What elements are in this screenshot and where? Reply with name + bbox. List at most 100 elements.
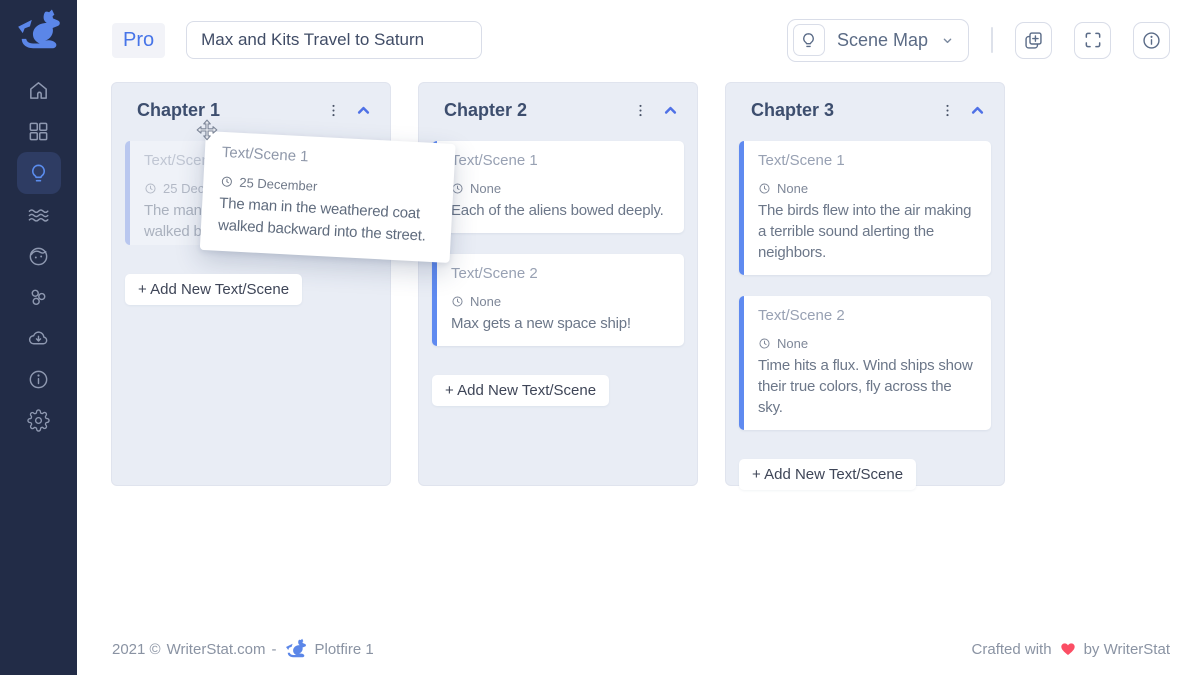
clock-icon: [220, 175, 234, 189]
column-title: Chapter 1: [137, 100, 319, 121]
column-collapse-button[interactable]: [348, 99, 375, 122]
home-icon: [27, 79, 50, 102]
dashboard-icon: [27, 120, 50, 143]
dragon-logo-icon: [16, 8, 62, 54]
scene-card-date-row: None: [451, 294, 672, 309]
waves-icon: [27, 204, 50, 227]
chevron-up-icon: [661, 101, 680, 120]
topbar-actions: Scene Map: [787, 19, 1170, 62]
info-circle-icon: [1141, 30, 1162, 51]
scene-card-date-row: None: [758, 336, 979, 351]
info-icon: [27, 368, 50, 391]
chevron-up-icon: [354, 101, 373, 120]
chapter-column: Chapter 2 Text/Scene 1 None Each of the …: [418, 82, 698, 486]
sidebar: [0, 0, 77, 675]
scene-card-date-row: None: [451, 181, 672, 196]
footer-crafted-by: by WriterStat: [1084, 641, 1170, 658]
story-title-input[interactable]: [186, 21, 482, 59]
scene-card-title: Text/Scene 1: [451, 152, 672, 169]
chapter-column: Chapter 3 Text/Scene 1 None The birds fl…: [725, 82, 1005, 486]
footer-year: 2021 ©: [112, 641, 161, 658]
fullscreen-icon: [1083, 30, 1103, 50]
scene-card[interactable]: Text/Scene 2 None Time hits a flux. Wind…: [739, 296, 991, 430]
column-collapse-button[interactable]: [962, 99, 989, 122]
scene-card-body: Time hits a flux. Wind ships show their …: [758, 355, 979, 418]
column-collapse-button[interactable]: [655, 99, 682, 122]
sidebar-item-export[interactable]: [17, 318, 61, 358]
add-scene-button[interactable]: + Add New Text/Scene: [739, 459, 916, 490]
scene-card-title: Text/Scene 2: [758, 307, 979, 324]
clock-icon: [144, 182, 157, 195]
column-menu-button[interactable]: [626, 100, 655, 121]
scene-card-title: Text/Scene 2: [451, 265, 672, 282]
chevron-up-icon: [968, 101, 987, 120]
scene-card[interactable]: Text/Scene 1 None The birds flew into th…: [739, 141, 991, 275]
lightbulb-icon: [793, 24, 825, 56]
view-selector[interactable]: Scene Map: [787, 19, 969, 62]
scene-card-body: The birds flew into the air making a ter…: [758, 200, 979, 263]
sidebar-item-settings[interactable]: [17, 400, 61, 440]
clock-icon: [758, 337, 771, 350]
footer-separator: -: [272, 641, 277, 658]
app-logo[interactable]: [0, 0, 77, 62]
scene-card-date: None: [470, 294, 501, 309]
lightbulb-icon: [27, 162, 50, 185]
heart-icon: [1060, 641, 1076, 657]
add-scene-button[interactable]: + Add New Text/Scene: [125, 274, 302, 305]
dragon-logo-icon: [285, 638, 307, 660]
footer-right: Crafted with by WriterStat: [972, 641, 1170, 658]
column-header: Chapter 2: [432, 96, 684, 124]
kebab-icon: [632, 102, 649, 119]
fullscreen-button[interactable]: [1074, 22, 1111, 59]
column-header: Chapter 1: [125, 96, 377, 124]
kebab-icon: [939, 102, 956, 119]
column-menu-button[interactable]: [933, 100, 962, 121]
column-header: Chapter 3: [739, 96, 991, 124]
sidebar-item-home[interactable]: [17, 70, 61, 110]
scene-card-body: Each of the aliens bowed deeply.: [451, 200, 672, 221]
footer: 2021 © WriterStat.com - Plotfire 1 Craft…: [77, 623, 1203, 675]
character-face-icon: [27, 245, 50, 268]
chevron-down-icon: [940, 33, 955, 48]
sidebar-item-characters[interactable]: [17, 236, 61, 276]
sidebar-nav: [0, 70, 77, 440]
duplicate-button[interactable]: [1015, 22, 1052, 59]
view-selector-label: Scene Map: [837, 30, 928, 51]
scene-card-date-row: None: [758, 181, 979, 196]
sidebar-item-waves[interactable]: [17, 195, 61, 235]
sidebar-item-about[interactable]: [17, 359, 61, 399]
scene-card[interactable]: Text/Scene 1 None Each of the aliens bow…: [432, 141, 684, 233]
scene-card-date: None: [470, 181, 501, 196]
copy-plus-icon: [1023, 30, 1044, 51]
scene-card-date: None: [777, 336, 808, 351]
info-button[interactable]: [1133, 22, 1170, 59]
clock-icon: [451, 295, 464, 308]
add-scene-button[interactable]: + Add New Text/Scene: [432, 375, 609, 406]
footer-brand: Plotfire 1: [315, 641, 374, 658]
sidebar-item-relations[interactable]: [17, 277, 61, 317]
footer-site-link[interactable]: WriterStat.com: [167, 641, 266, 658]
clock-icon: [758, 182, 771, 195]
scene-card-title: Text/Scene 1: [221, 144, 440, 172]
kebab-icon: [325, 102, 342, 119]
cloud-download-icon: [27, 327, 50, 350]
move-cursor-icon: [195, 119, 219, 143]
scene-card-date: 25 December: [239, 175, 318, 194]
column-title: Chapter 2: [444, 100, 626, 121]
scene-card-date: None: [777, 181, 808, 196]
scene-card-title: Text/Scene 1: [758, 152, 979, 169]
topbar: Pro Scene Map: [77, 0, 1203, 80]
sidebar-item-dashboard[interactable]: [17, 111, 61, 151]
scene-card[interactable]: Text/Scene 2 None Max gets a new space s…: [432, 254, 684, 346]
cluster-icon: [27, 286, 50, 309]
dragged-scene-card[interactable]: Text/Scene 1 25 December The man in the …: [200, 131, 456, 263]
pro-badge: Pro: [112, 23, 165, 58]
scene-card-body: Max gets a new space ship!: [451, 313, 672, 334]
scene-card-body: The man in the weathered coat walked bac…: [217, 193, 437, 248]
footer-crafted-text: Crafted with: [972, 641, 1052, 658]
sidebar-item-scene-map[interactable]: [17, 152, 61, 194]
column-title: Chapter 3: [751, 100, 933, 121]
toolbar-divider: [991, 27, 993, 53]
column-menu-button[interactable]: [319, 100, 348, 121]
footer-left: 2021 © WriterStat.com - Plotfire 1: [112, 638, 374, 660]
